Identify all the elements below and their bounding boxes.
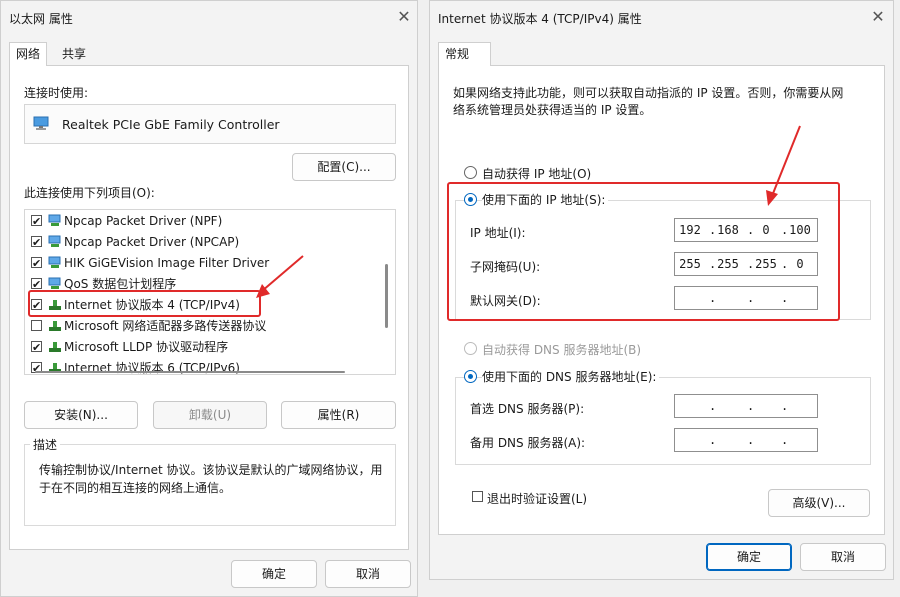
tab-network[interactable]: 网络	[9, 42, 48, 66]
annotation-arrow-right	[766, 125, 801, 206]
tab-general[interactable]: 常规	[438, 42, 491, 66]
